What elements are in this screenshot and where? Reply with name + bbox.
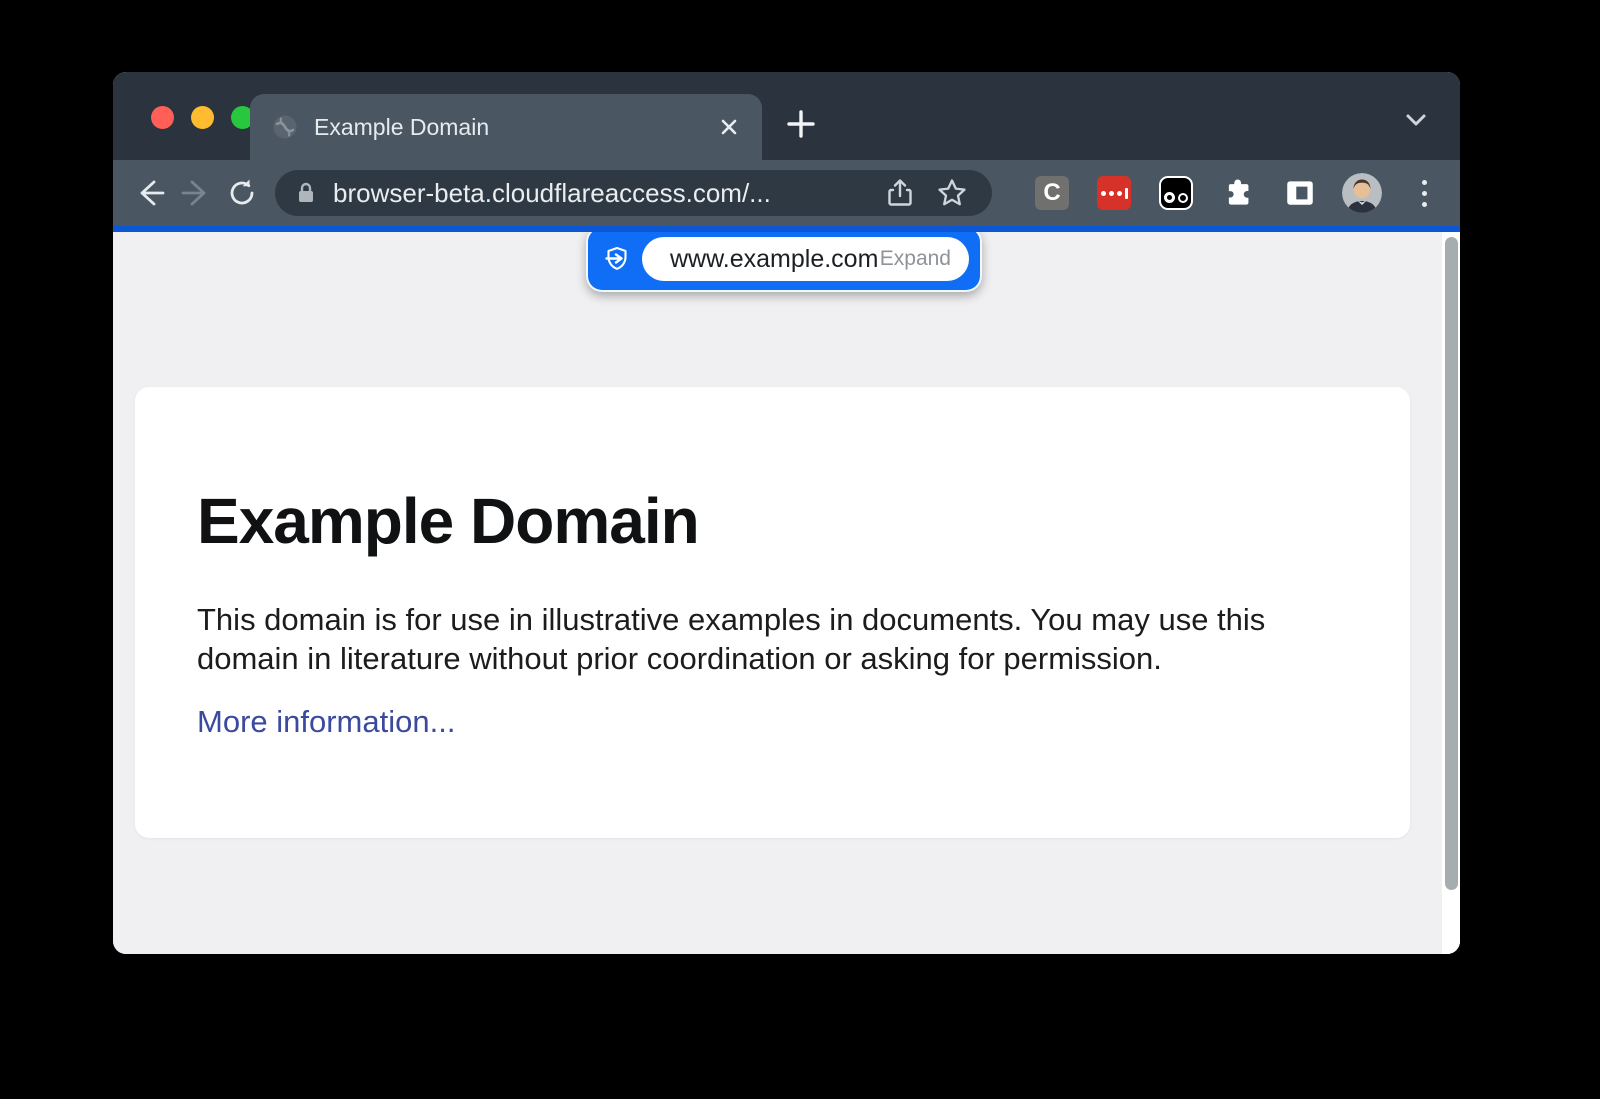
reload-icon[interactable] [219, 170, 265, 216]
chevron-down-icon[interactable] [1394, 98, 1438, 142]
new-tab-icon[interactable] [773, 96, 829, 152]
traffic-minimize-icon[interactable] [191, 106, 214, 129]
lastpass-extension-icon[interactable] [1094, 173, 1134, 213]
tab-strip: Example Domain [113, 72, 1460, 160]
isolation-host-pill[interactable]: www.example.com Expand [642, 237, 969, 281]
page-title: Example Domain [197, 485, 1348, 559]
tab-example-domain[interactable]: Example Domain [250, 94, 762, 160]
page-paragraph: This domain is for use in illustrative e… [197, 600, 1348, 678]
isolation-badge[interactable]: www.example.com Expand [586, 232, 982, 292]
tab-close-icon[interactable] [716, 114, 742, 140]
two-circles-extension-icon[interactable] [1156, 173, 1196, 213]
traffic-lights [151, 106, 254, 129]
content-card: Example Domain This domain is for use in… [135, 387, 1410, 838]
url-text[interactable]: browser-beta.cloudflareaccess.com/... [333, 178, 868, 209]
scrollbar-thumb[interactable] [1445, 237, 1458, 890]
globe-favicon-icon [272, 114, 298, 140]
puzzle-extensions-icon[interactable] [1218, 173, 1258, 213]
expand-button[interactable]: Expand [880, 247, 951, 271]
tab-title: Example Domain [314, 114, 716, 141]
share-icon[interactable] [880, 173, 920, 213]
forward-icon[interactable] [173, 170, 219, 216]
page-viewport: www.example.com Expand Example Domain Th… [113, 232, 1460, 954]
shield-arrow-icon [600, 242, 634, 276]
browser-window: Example Domain [113, 72, 1460, 954]
side-panel-icon[interactable] [1280, 173, 1320, 213]
bookmark-star-icon[interactable] [932, 173, 972, 213]
more-information-link[interactable]: More information... [197, 704, 455, 740]
lock-icon [293, 180, 319, 206]
back-icon[interactable] [127, 170, 173, 216]
isolation-host: www.example.com [670, 245, 878, 274]
address-bar[interactable]: browser-beta.cloudflareaccess.com/... [275, 170, 992, 216]
profile-avatar[interactable] [1342, 173, 1382, 213]
c-extension-icon[interactable]: C [1032, 173, 1072, 213]
scrollbar-track[interactable] [1442, 232, 1460, 954]
toolbar: browser-beta.cloudflareaccess.com/... C [113, 160, 1460, 226]
traffic-close-icon[interactable] [151, 106, 174, 129]
kebab-menu-icon[interactable] [1404, 173, 1444, 213]
